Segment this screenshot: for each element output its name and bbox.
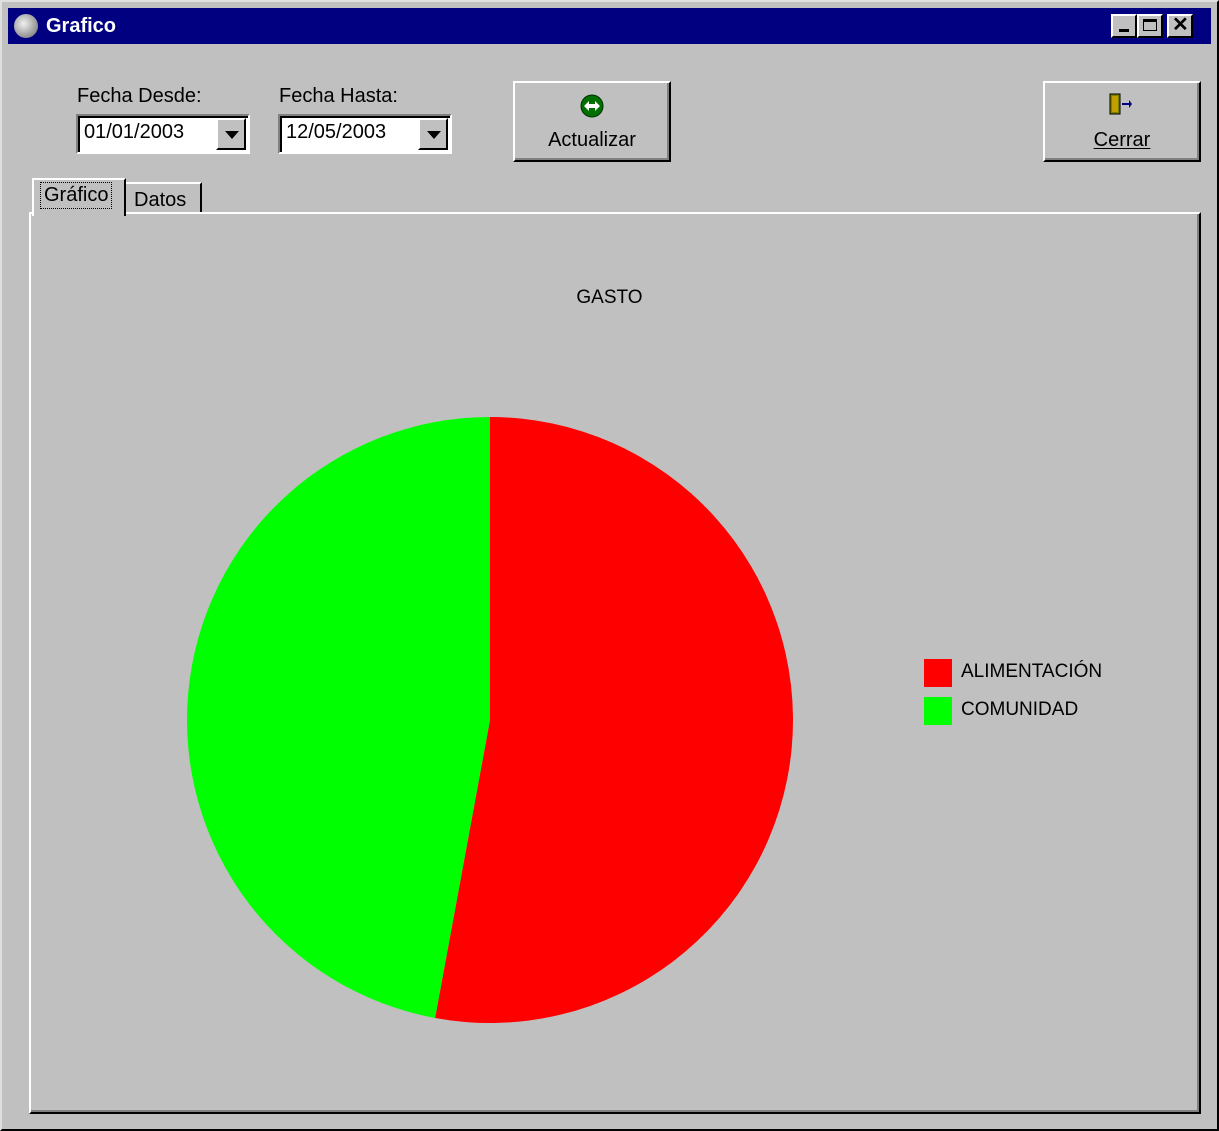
tab-grafico[interactable]: Gráfico [32, 178, 126, 216]
window-title: Grafico [46, 15, 117, 37]
tab-datos[interactable]: Datos [126, 182, 202, 214]
close-icon: ✕ [1172, 14, 1189, 36]
legend-label: COMUNIDAD [961, 699, 1079, 720]
fecha-hasta-value: 12/05/2003 [286, 121, 387, 143]
legend-swatch [924, 697, 952, 725]
close-window-button[interactable]: ✕ [1167, 14, 1193, 38]
fecha-desde-value: 01/01/2003 [84, 121, 185, 143]
fecha-desde-label: Fecha Desde: [77, 85, 202, 107]
legend-label: ALIMENTACIÓN [961, 661, 1103, 682]
fecha-hasta-combo[interactable]: 12/05/2003 [278, 114, 452, 154]
fecha-desde-dropdown-button[interactable] [216, 118, 246, 150]
cerrar-label: Cerrar [1045, 129, 1199, 152]
minimize-button[interactable] [1111, 14, 1137, 38]
chevron-down-icon [427, 131, 441, 139]
chevron-down-icon [225, 131, 239, 139]
actualizar-label: Actualizar [548, 129, 636, 151]
actualizar-button[interactable]: Actualizar [513, 81, 671, 162]
refresh-arrows-icon [580, 94, 604, 118]
chart-title: GASTO [576, 287, 643, 308]
fecha-desde-combo[interactable]: 01/01/2003 [76, 114, 250, 154]
tab-grafico-label: Gráfico [39, 182, 113, 209]
fecha-hasta-dropdown-button[interactable] [418, 118, 448, 150]
cerrar-text: Cerrar [1093, 129, 1151, 151]
cerrar-button[interactable]: Cerrar [1043, 81, 1201, 162]
maximize-icon [1143, 19, 1157, 31]
minimize-icon [1119, 29, 1129, 32]
maximize-button[interactable] [1137, 14, 1163, 38]
fecha-hasta-label: Fecha Hasta: [279, 85, 398, 107]
active-tab-gap [34, 212, 124, 216]
tab-datos-label: Datos [134, 189, 187, 211]
app-icon[interactable] [14, 14, 38, 38]
legend-swatch [924, 659, 952, 687]
title-bar[interactable]: Grafico ✕ [8, 8, 1211, 44]
door-exit-icon [1109, 93, 1132, 115]
